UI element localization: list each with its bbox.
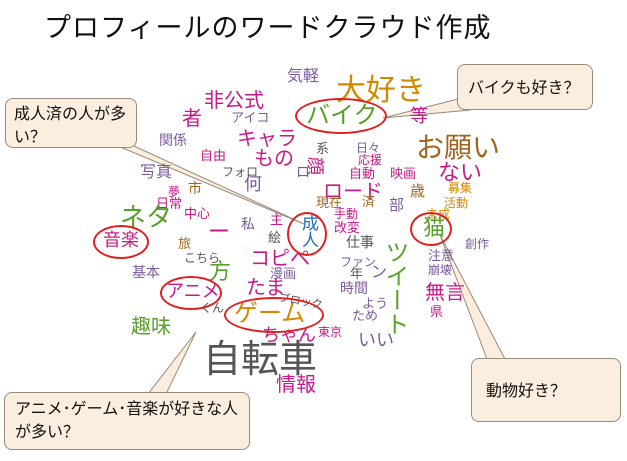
word-ro: ロ xyxy=(296,165,310,181)
ring-seijin xyxy=(287,212,327,256)
ring-ongaku xyxy=(93,225,149,259)
word-toshi: 歳 xyxy=(410,182,426,200)
word-e: 絵 xyxy=(268,231,282,246)
word-watashi: 私 xyxy=(241,217,255,233)
callout-animal-text: 動物好き？ xyxy=(486,381,567,400)
callout-animal: 動物好き？ xyxy=(471,358,621,422)
word-follow: フォロ xyxy=(222,165,259,179)
word-sousaku: 創作 xyxy=(465,237,490,251)
word-kei: 系 xyxy=(316,142,330,157)
word-tokyo: 東京 xyxy=(318,325,343,339)
pointer-hobby xyxy=(146,331,197,395)
word-eiga: 映画 xyxy=(390,167,417,182)
word-houkai: 崩壊 xyxy=(428,263,453,277)
callout-adult-text: 成人済の人が多い？ xyxy=(14,104,127,147)
callout-bike: バイクも好き？ xyxy=(457,64,593,110)
word-kiga: 気軽 xyxy=(287,66,320,85)
word-shigoto: 仕事 xyxy=(346,235,374,251)
word-mono: もの xyxy=(254,146,294,170)
word-boshu: 募集 xyxy=(448,181,473,195)
word-ken: 県 xyxy=(430,305,444,320)
callout-hobby-text: アニメ･ゲーム･音楽が好きな人が多い？ xyxy=(15,399,239,442)
word-mugon: 無言 xyxy=(425,280,465,304)
word-ouen: 応援 xyxy=(358,153,383,167)
word-kaisei: 改変 xyxy=(334,221,361,236)
ring-anime xyxy=(160,276,222,310)
word-sha: 者 xyxy=(182,106,202,130)
word-kyara: キャラ xyxy=(237,126,297,150)
ring-bike xyxy=(295,98,387,134)
word-tweet: ツイート xyxy=(381,240,409,336)
word-jouhou: 情報 xyxy=(276,372,316,396)
word-dash: ー xyxy=(208,220,231,245)
word-sai: 済 xyxy=(362,195,376,210)
word-onegai: お願い xyxy=(416,131,501,164)
word-chui: 注意 xyxy=(428,249,455,264)
word-teashi: 手動 xyxy=(334,207,359,221)
word-tame: ため xyxy=(352,309,379,324)
word-kankei: 関係 xyxy=(159,133,187,149)
word-tabi: 旅 xyxy=(178,237,192,252)
word-chushin: 中心 xyxy=(184,207,211,222)
word-ichi: 市 xyxy=(188,181,202,197)
ring-game xyxy=(224,297,324,333)
callout-adult: 成人済の人が多い？ xyxy=(5,98,137,148)
word-jikan: 時間 xyxy=(340,281,368,297)
word-aiko: アイコ xyxy=(231,111,270,126)
word-tou: 等 xyxy=(410,106,428,127)
word-shashin: 写真 xyxy=(140,162,173,181)
word-shu: 主 xyxy=(270,213,284,228)
callout-bike-text: バイクも好き？ xyxy=(468,78,580,97)
callout-hobby: アニメ･ゲーム･音楽が好きな人が多い？ xyxy=(4,392,250,450)
word-nen: 年 xyxy=(350,267,364,282)
word-jiyu: 自由 xyxy=(200,149,227,164)
word-bu: 部 xyxy=(389,196,405,214)
ring-neko xyxy=(410,212,452,246)
word-shumi: 趣味 xyxy=(131,314,171,338)
word-ii: いい xyxy=(358,330,394,351)
word-kihon: 基本 xyxy=(132,265,160,281)
word-hikoushiki: 非公式 xyxy=(204,88,264,112)
